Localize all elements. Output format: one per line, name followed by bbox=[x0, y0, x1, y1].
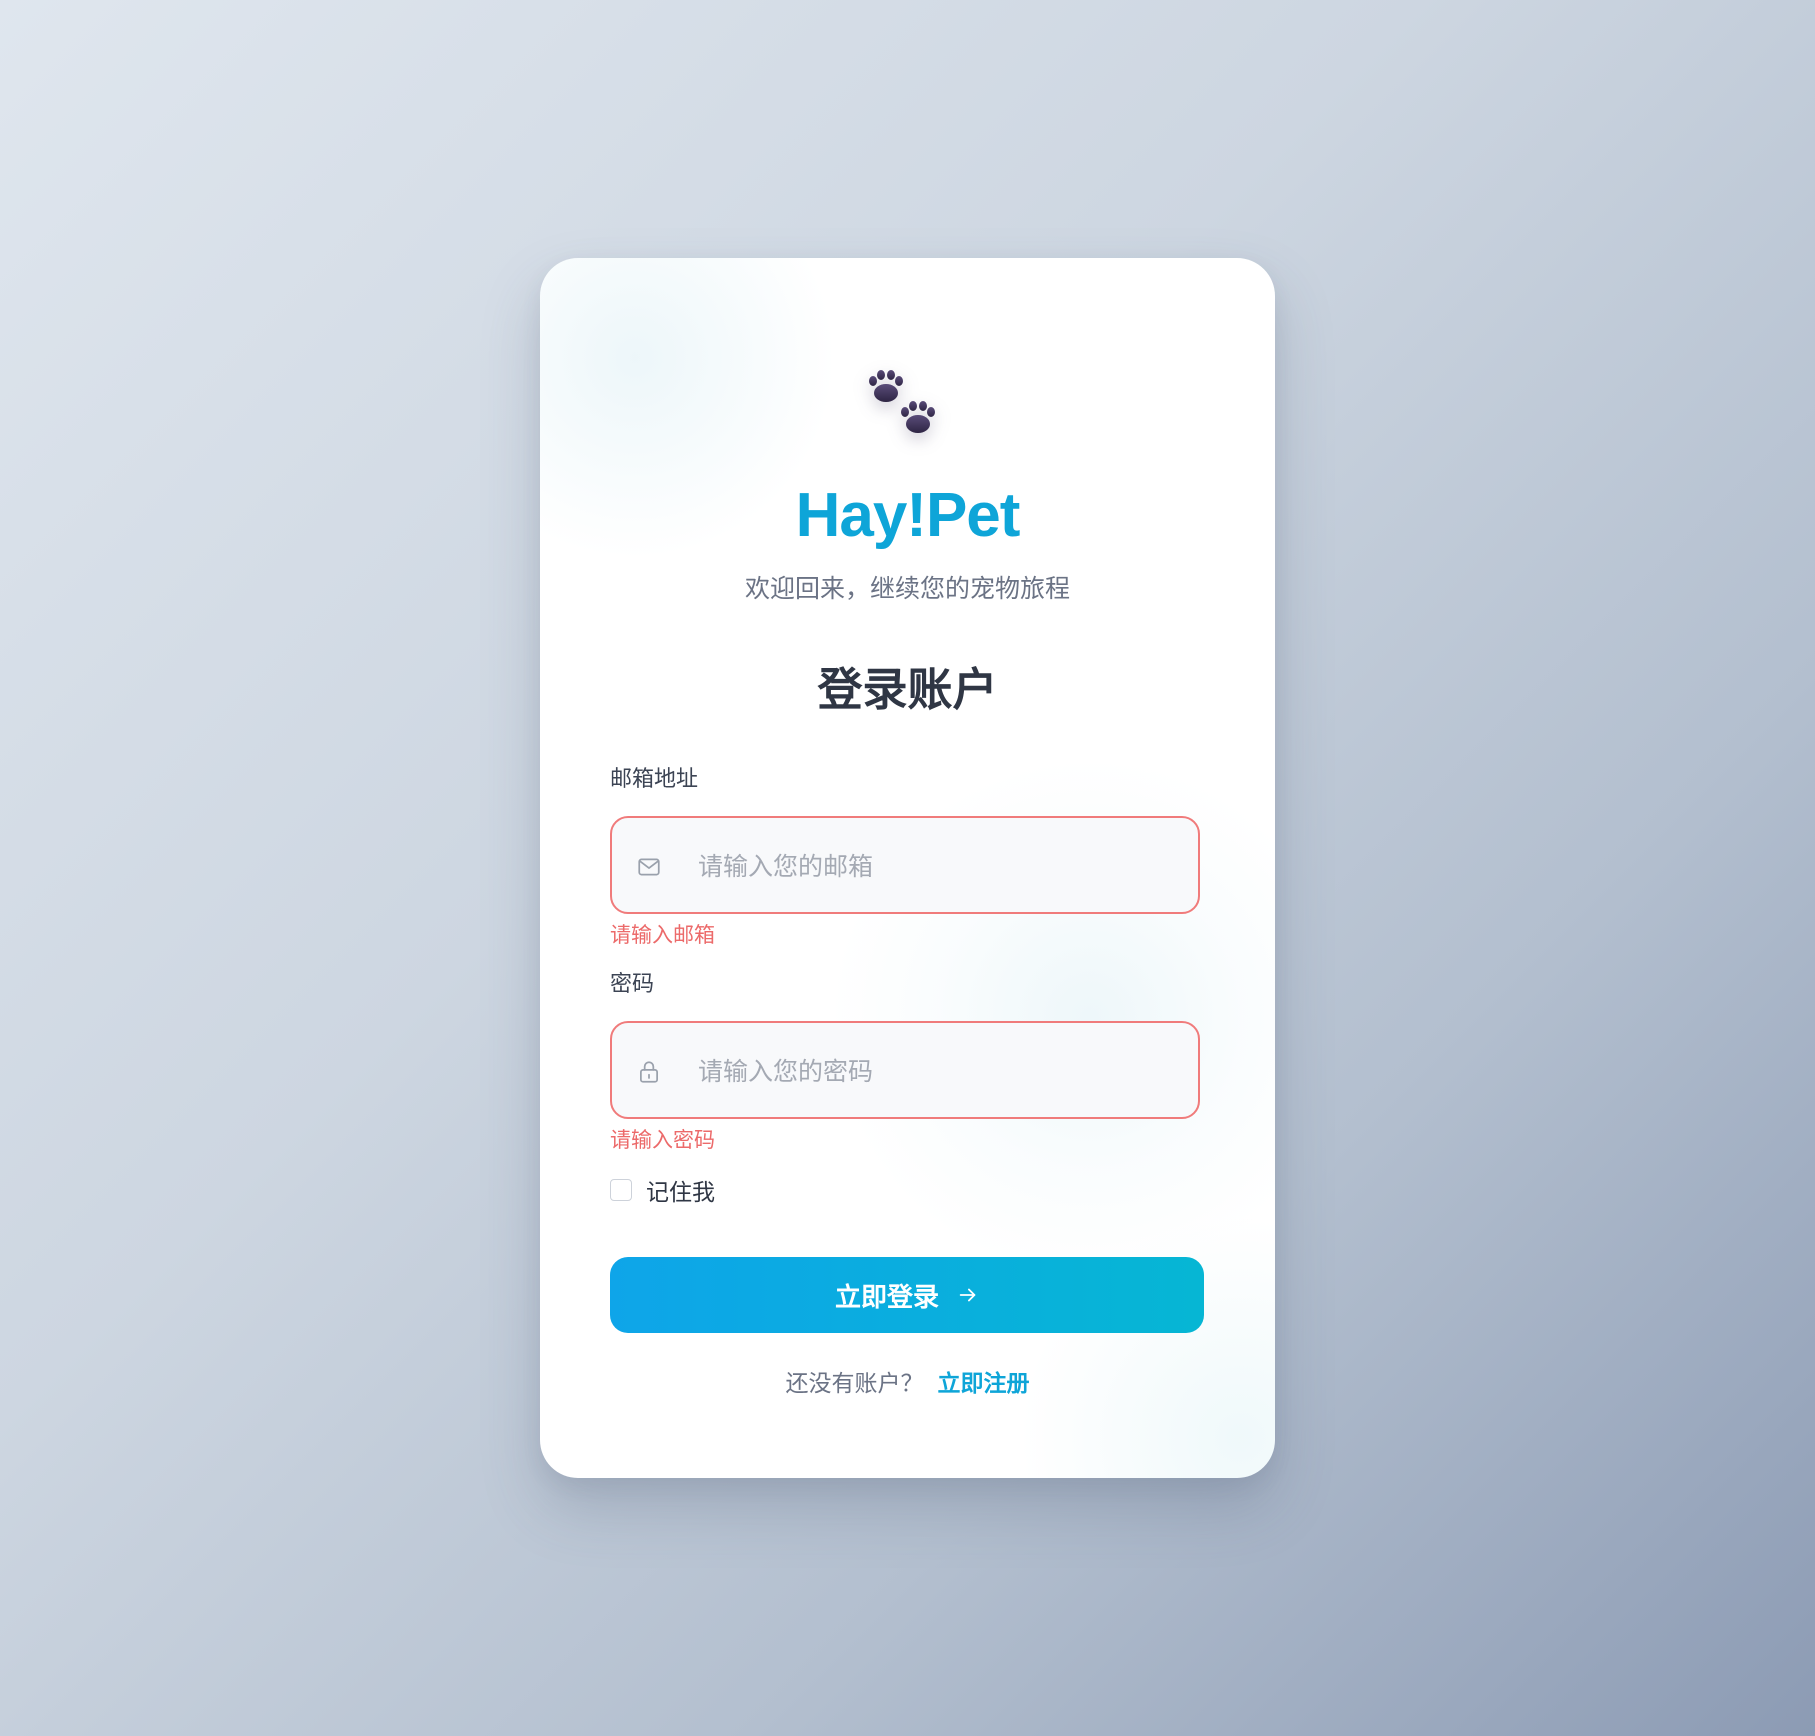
form-title: 登录账户 bbox=[817, 663, 998, 716]
signup-prompt: 还没有账户？ bbox=[785, 1371, 924, 1397]
arrow-right-icon bbox=[959, 1288, 976, 1302]
remember-me-label[interactable]: 记住我 bbox=[646, 1173, 715, 1207]
email-input-box[interactable] bbox=[610, 816, 1200, 914]
password-input[interactable] bbox=[696, 1023, 1180, 1119]
remember-me-checkbox[interactable] bbox=[610, 1179, 632, 1201]
lock-icon bbox=[640, 1061, 658, 1083]
email-error: 请输入邮箱 bbox=[610, 923, 715, 947]
email-label: 邮箱地址 bbox=[610, 767, 699, 792]
signup-link[interactable]: 立即注册 bbox=[938, 1371, 1030, 1397]
remember-me[interactable]: 记住我 bbox=[610, 1173, 715, 1207]
mail-icon bbox=[638, 858, 660, 876]
paw-prints-icon bbox=[868, 370, 935, 433]
signup-row: 还没有账户？ 立即注册 bbox=[540, 1364, 1275, 1398]
password-input-box[interactable] bbox=[610, 1021, 1200, 1119]
login-button-label: 立即登录 bbox=[834, 1282, 939, 1313]
logo bbox=[540, 363, 1275, 453]
brand-tagline: 欢迎回来，继续您的宠物旅程 bbox=[744, 574, 1070, 603]
brand-name: Hay!Pet bbox=[795, 481, 1021, 550]
login-button[interactable]: 立即登录 bbox=[610, 1257, 1204, 1333]
login-card: Hay!Pet 欢迎回来，继续您的宠物旅程 登录账户 邮箱地址 请输入邮箱 密码… bbox=[540, 258, 1275, 1478]
password-error: 请输入密码 bbox=[610, 1128, 715, 1152]
password-label: 密码 bbox=[610, 972, 655, 997]
email-input[interactable] bbox=[696, 818, 1180, 914]
